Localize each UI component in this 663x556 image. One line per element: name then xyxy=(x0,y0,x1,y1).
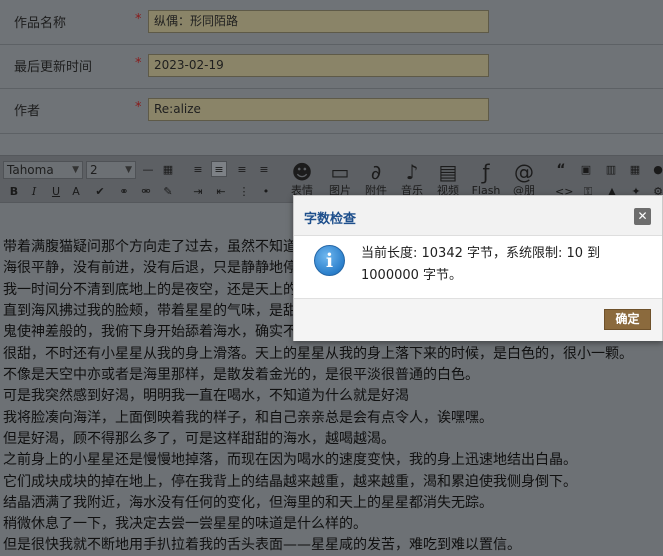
paperclip-icon: ∂ xyxy=(370,160,382,184)
editor-line: 不像是天空中亦或者是海里那样，是散发着金光的，是很平淡很普通的白色。 xyxy=(3,367,479,383)
ok-button[interactable]: 确定 xyxy=(604,309,651,330)
editor-line: 鬼使神差般的，我俯下身开始舔着海水，确实不 xyxy=(3,324,297,340)
chevron-down-icon: ▼ xyxy=(125,165,132,175)
clapperboard-icon: ▤ xyxy=(438,160,458,184)
spellcheck-icon[interactable]: ✔ xyxy=(92,184,108,200)
align-center-icon[interactable]: ≡ xyxy=(211,161,227,177)
author-label: 作者 xyxy=(14,104,41,119)
field-row-title: 作品名称 * 纵偶：形同陌路 xyxy=(0,0,663,44)
font-color-icon[interactable]: A xyxy=(68,184,84,200)
code-icon[interactable]: ▣ xyxy=(578,162,594,178)
link-icon[interactable]: ⚭ xyxy=(116,184,132,200)
info-icon: i xyxy=(314,245,345,276)
outdent-icon[interactable]: ⇤ xyxy=(213,184,229,200)
required-mark: * xyxy=(135,100,142,115)
more-icon[interactable]: ● xyxy=(650,162,663,178)
flash-icon: ƒ xyxy=(482,160,490,184)
editor-line: 但是很快我就不断地用手扒拉着我的舌头表面——星星咸的发苦，难吃到难以置信。 xyxy=(3,537,521,553)
music-note-icon: ♪ xyxy=(405,160,419,184)
align-justify-icon[interactable]: ≡ xyxy=(256,162,272,178)
field-row-author: 作者 * Re:alize xyxy=(0,88,663,132)
horizontal-rule-icon[interactable]: — xyxy=(140,162,156,178)
required-mark: * xyxy=(135,12,142,27)
editor-line: 海很平静，没有前进，没有后退，只是静静地停 xyxy=(3,260,297,276)
dialog-title: 字数检查 xyxy=(304,212,357,227)
field-row-updated: 最后更新时间 * 2023-02-19 xyxy=(0,44,663,88)
align-left-icon[interactable]: ≡ xyxy=(190,162,206,178)
italic-button[interactable]: I xyxy=(26,184,42,200)
editor-line: 之前身上的小星星还是慢慢地掉落，而现在因为喝水的速度变快，我的身上迅速地结出白晶… xyxy=(3,452,577,468)
music-button[interactable]: ♪ 音乐 xyxy=(398,160,426,200)
editor-line: 我一时间分不清到底地上的是夜空，还是天上的 xyxy=(3,282,297,298)
font-size-select[interactable]: 2 ▼ xyxy=(86,161,136,179)
title-input[interactable]: 纵偶：形同陌路 xyxy=(148,10,489,33)
editor-line: 它们成块成块的掉在地上，停在我背上的结晶越来越重，越来越重，渴和累迫使我侧身倒下… xyxy=(3,474,577,490)
work-info-form: 作品名称 * 纵偶：形同陌路 最后更新时间 * 2023-02-19 作者 * … xyxy=(0,0,663,155)
dialog-header: 字数检查 ✕ xyxy=(294,196,662,236)
smiley-icon: ☻ xyxy=(291,160,313,184)
editor-line: 很甜，不时还有小星星从我的身上滑落。天上的星星从我的身上落下来的时候，是白色的，… xyxy=(3,346,633,362)
video-button[interactable]: ▤ 视频 xyxy=(434,160,462,200)
font-size-value: 2 xyxy=(90,163,98,177)
required-mark: * xyxy=(135,56,142,71)
underline-button[interactable]: U xyxy=(48,184,64,200)
dialog-message: 当前长度: 10342 字节，系统限制: 10 到 1000000 字节。 xyxy=(361,246,601,283)
free-content-icon[interactable]: ▦ xyxy=(627,162,643,178)
unlink-icon[interactable]: ⚮ xyxy=(138,184,154,200)
font-family-value: Tahoma xyxy=(7,163,54,177)
hide-content-icon[interactable]: ▥ xyxy=(603,162,619,178)
divider xyxy=(0,133,663,134)
author-input[interactable]: Re:alize xyxy=(148,98,489,121)
updated-label: 最后更新时间 xyxy=(14,60,93,75)
editor-line: 结晶洒满了我附近，海水没有任何的变化，但海里的和天上的星星都消失无踪。 xyxy=(3,495,493,511)
editor-line: 稍微休息了一下，我决定去尝一尝星星的味道是什么样的。 xyxy=(3,516,367,532)
title-label: 作品名称 xyxy=(14,16,67,31)
quote-button[interactable]: “ xyxy=(553,162,569,178)
dialog-footer: 确定 xyxy=(294,298,662,341)
updated-date-input[interactable]: 2023-02-19 xyxy=(148,54,489,77)
emoji-button[interactable]: ☻ 表情 xyxy=(288,160,316,200)
editor-line: 带着满腹猫疑问那个方向走了过去，虽然不知道 xyxy=(3,239,297,255)
at-sign-icon: @ xyxy=(514,160,534,184)
image-icon: ▭ xyxy=(330,160,350,184)
font-family-select[interactable]: Tahoma ▼ xyxy=(3,161,83,179)
editor-line: 但是好渴，顾不得那么多了，可是这样甜甜的海水，越喝越渴。 xyxy=(3,431,395,447)
editor-line: 可是我突然感到好渴，明明我一直在喝水，不知道为什么就是好渴 xyxy=(3,388,409,404)
mention-button[interactable]: @ @朋 xyxy=(508,160,540,200)
bold-button[interactable]: B xyxy=(6,184,22,200)
unordered-list-icon[interactable]: • xyxy=(258,184,274,200)
editor-line: 我将脸凑向海洋，上面倒映着我的样子，和自己亲亲总是会有点令人，诶嘿嘿。 xyxy=(3,410,493,426)
ordered-list-icon[interactable]: ⋮ xyxy=(236,184,252,200)
table-icon[interactable]: ▦ xyxy=(160,162,176,178)
align-right-icon[interactable]: ≡ xyxy=(234,162,250,178)
word-count-dialog: 字数检查 ✕ i 当前长度: 10342 字节，系统限制: 10 到 10000… xyxy=(293,195,663,341)
flash-button[interactable]: ƒ Flash xyxy=(470,160,502,200)
chevron-down-icon: ▼ xyxy=(72,165,79,175)
clear-format-icon[interactable]: ✎ xyxy=(160,184,176,200)
editor-line: 直到海风拂过我的脸颊，带着星星的气味，是甜 xyxy=(3,303,297,319)
image-button[interactable]: ▭ 图片 xyxy=(326,160,354,200)
indent-icon[interactable]: ⇥ xyxy=(190,184,206,200)
close-icon[interactable]: ✕ xyxy=(634,208,651,225)
attachment-button[interactable]: ∂ 附件 xyxy=(362,160,390,200)
